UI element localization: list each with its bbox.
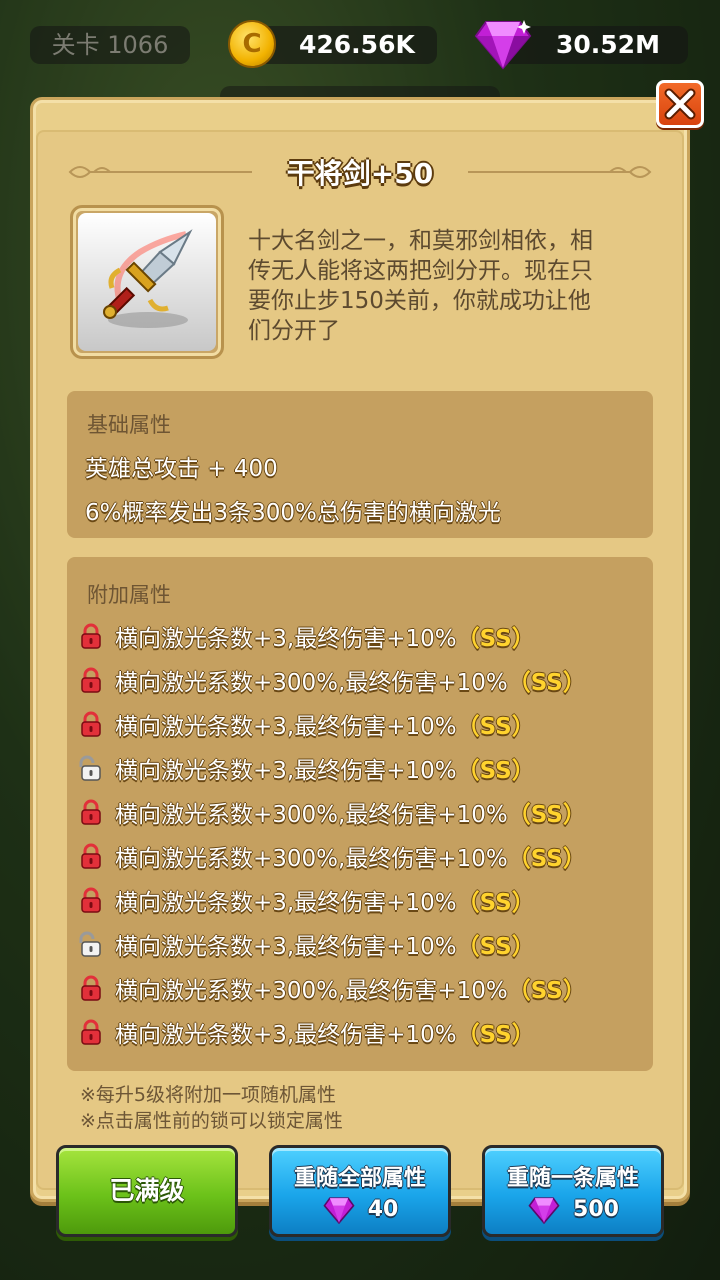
attribute-grade: （SS） bbox=[456, 1022, 535, 1048]
title-ornament-right-icon bbox=[468, 166, 652, 178]
attribute-effect: 横向激光条数+3,最终伤害+10% bbox=[115, 626, 457, 652]
attribute-row: 横向激光系数+300%,最终伤害+10%（SS） bbox=[79, 971, 639, 1005]
attribute-grade: （SS） bbox=[456, 934, 535, 960]
description-line: 传无人能将这两把剑分开。现在只 bbox=[248, 258, 593, 284]
description-line: 要你止步150关前，你就成功让他 bbox=[248, 288, 591, 314]
base-attributes-title: 基础属性 bbox=[87, 413, 171, 437]
attribute-grade: （SS） bbox=[507, 670, 586, 696]
attribute-grade: （SS） bbox=[507, 846, 586, 872]
extra-attributes-box: 附加属性 横向激光条数+3,最终伤害+10%（SS） 横向激光系数+300%,最终… bbox=[67, 557, 653, 1071]
attribute-row: 横向激光系数+300%,最终伤害+10%（SS） bbox=[79, 663, 639, 697]
attribute-row: 横向激光条数+3,最终伤害+10%（SS） bbox=[79, 707, 639, 741]
attribute-grade: （SS） bbox=[456, 714, 535, 740]
attribute-text: 横向激光系数+300%,最终伤害+10%（SS） bbox=[115, 795, 586, 829]
attribute-row: 横向激光系数+300%,最终伤害+10%（SS） bbox=[79, 795, 639, 829]
attribute-row: 横向激光系数+300%,最终伤害+10%（SS） bbox=[79, 839, 639, 873]
lock-icon[interactable] bbox=[79, 975, 103, 1001]
base-attribute-line: 6%概率发出3条300%总伤害的横向激光 bbox=[85, 500, 501, 526]
attribute-text: 横向激光条数+3,最终伤害+10%（SS） bbox=[115, 927, 535, 961]
close-icon bbox=[664, 88, 696, 120]
reroll-all-label: 重随全部属性 bbox=[293, 1166, 426, 1191]
attribute-effect: 横向激光系数+300%,最终伤害+10% bbox=[115, 802, 508, 828]
attribute-row: 横向激光条数+3,最终伤害+10%（SS） bbox=[79, 927, 639, 961]
attribute-effect: 横向激光系数+300%,最终伤害+10% bbox=[115, 978, 508, 1004]
attribute-effect: 横向激光条数+3,最终伤害+10% bbox=[115, 758, 457, 784]
level-indicator: 关卡 1066 bbox=[30, 26, 190, 64]
gem-icon bbox=[528, 1197, 560, 1225]
gem-value: 30.52M bbox=[556, 30, 660, 59]
lock-icon[interactable] bbox=[79, 667, 103, 693]
attribute-effect: 横向激光条数+3,最终伤害+10% bbox=[115, 934, 457, 960]
close-button[interactable] bbox=[656, 80, 704, 128]
base-attribute-line: 英雄总攻击 + 400 bbox=[85, 456, 278, 482]
lock-note: ※点击属性前的锁可以锁定属性 bbox=[80, 1110, 343, 1132]
reroll-one-cost: 500 bbox=[485, 1196, 661, 1225]
gem-icon bbox=[474, 20, 532, 70]
base-attributes-box: 基础属性 英雄总攻击 + 400 6%概率发出3条300%总伤害的横向激光 bbox=[67, 391, 653, 538]
attribute-text: 横向激光系数+300%,最终伤害+10%（SS） bbox=[115, 839, 586, 873]
reroll-all-cost-value: 40 bbox=[367, 1197, 399, 1222]
reroll-all-cost: 40 bbox=[272, 1196, 448, 1225]
reroll-one-cost-value: 500 bbox=[573, 1197, 619, 1222]
lock-icon[interactable] bbox=[79, 887, 103, 913]
reroll-one-label: 重随一条属性 bbox=[506, 1166, 639, 1191]
attribute-grade: （SS） bbox=[456, 626, 535, 652]
upgrade-note: ※每升5级将附加一项随机属性 bbox=[80, 1084, 337, 1106]
attribute-grade: （SS） bbox=[456, 890, 535, 916]
unlock-icon[interactable] bbox=[79, 755, 103, 781]
gold-coin-icon bbox=[228, 20, 276, 68]
attribute-text: 横向激光条数+3,最终伤害+10%（SS） bbox=[115, 751, 535, 785]
attribute-text: 横向激光系数+300%,最终伤害+10%（SS） bbox=[115, 663, 586, 697]
attribute-effect: 横向激光条数+3,最终伤害+10% bbox=[115, 714, 457, 740]
gem-icon bbox=[323, 1197, 355, 1225]
item-description: 十大名剑之一，和莫邪剑相依，相 传无人能将这两把剑分开。现在只 要你止步150关… bbox=[248, 226, 648, 346]
attribute-effect: 横向激光系数+300%,最终伤害+10% bbox=[115, 846, 508, 872]
attribute-text: 横向激光条数+3,最终伤害+10%（SS） bbox=[115, 619, 535, 653]
attribute-row: 横向激光条数+3,最终伤害+10%（SS） bbox=[79, 619, 639, 653]
reroll-one-button[interactable]: 重随一条属性 500 bbox=[482, 1145, 664, 1237]
attribute-effect: 横向激光条数+3,最终伤害+10% bbox=[115, 1022, 457, 1048]
lock-icon[interactable] bbox=[79, 711, 103, 737]
lock-icon[interactable] bbox=[79, 843, 103, 869]
max-level-button[interactable]: 已满级 bbox=[56, 1145, 238, 1237]
attribute-row: 横向激光条数+3,最终伤害+10%（SS） bbox=[79, 751, 639, 785]
attribute-grade: （SS） bbox=[456, 758, 535, 784]
lock-icon[interactable] bbox=[79, 1019, 103, 1045]
attribute-row: 横向激光条数+3,最终伤害+10%（SS） bbox=[79, 1015, 639, 1049]
attribute-text: 横向激光条数+3,最终伤害+10%（SS） bbox=[115, 883, 535, 917]
attribute-text: 横向激光系数+300%,最终伤害+10%（SS） bbox=[115, 971, 586, 1005]
attribute-text: 横向激光条数+3,最终伤害+10%（SS） bbox=[115, 1015, 535, 1049]
reroll-all-button[interactable]: 重随全部属性 40 bbox=[269, 1145, 451, 1237]
gold-value: 426.56K bbox=[299, 30, 415, 59]
lock-icon[interactable] bbox=[79, 623, 103, 649]
top-hud: 关卡 1066 426.56K 30.52M bbox=[0, 0, 720, 90]
attribute-grade: （SS） bbox=[507, 978, 586, 1004]
unlock-icon[interactable] bbox=[79, 931, 103, 957]
description-line: 们分开了 bbox=[248, 318, 340, 344]
attribute-effect: 横向激光条数+3,最终伤害+10% bbox=[115, 890, 457, 916]
attribute-text: 横向激光条数+3,最终伤害+10%（SS） bbox=[115, 707, 535, 741]
attribute-effect: 横向激光系数+300%,最终伤害+10% bbox=[115, 670, 508, 696]
attribute-grade: （SS） bbox=[507, 802, 586, 828]
description-line: 十大名剑之一，和莫邪剑相依，相 bbox=[248, 228, 593, 254]
sword-icon bbox=[103, 229, 193, 328]
lock-icon[interactable] bbox=[79, 799, 103, 825]
attribute-row: 横向激光条数+3,最终伤害+10%（SS） bbox=[79, 883, 639, 917]
extra-attributes-title: 附加属性 bbox=[87, 583, 171, 607]
